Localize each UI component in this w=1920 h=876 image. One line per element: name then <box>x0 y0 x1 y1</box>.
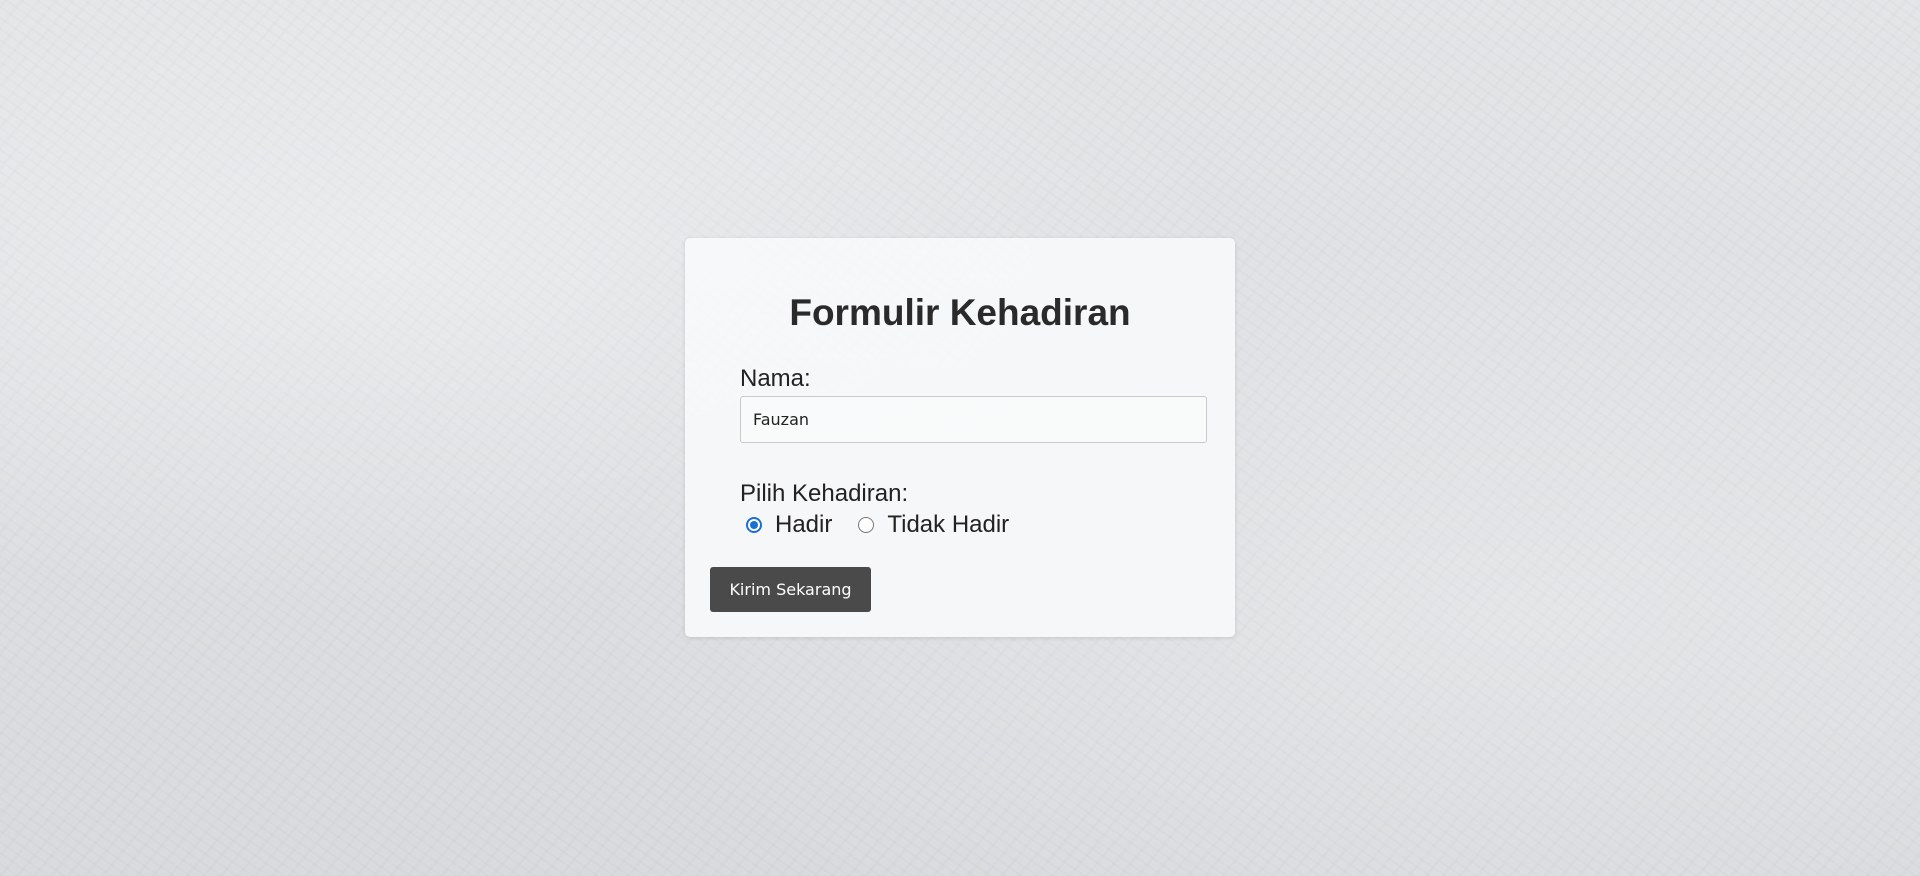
radio-hadir[interactable] <box>746 517 762 533</box>
attendance-form-card: Formulir Kehadiran Nama: Pilih Kehadiran… <box>685 238 1235 637</box>
attendance-radio-group: Hadir Tidak Hadir <box>746 510 1009 540</box>
radio-tidak-hadir[interactable] <box>858 517 875 533</box>
radio-option-hadir[interactable]: Hadir <box>746 511 832 539</box>
name-input[interactable] <box>740 396 1207 443</box>
name-label: Nama: <box>740 365 811 392</box>
submit-button[interactable]: Kirim Sekarang <box>710 567 871 612</box>
radio-option-tidak-hadir[interactable]: Tidak Hadir <box>858 511 1009 539</box>
attendance-label: Pilih Kehadiran: <box>740 480 909 507</box>
radio-label-hadir[interactable]: Hadir <box>775 511 832 539</box>
form-title: Formulir Kehadiran <box>789 292 1131 333</box>
radio-label-tidak-hadir[interactable]: Tidak Hadir <box>887 511 1009 539</box>
